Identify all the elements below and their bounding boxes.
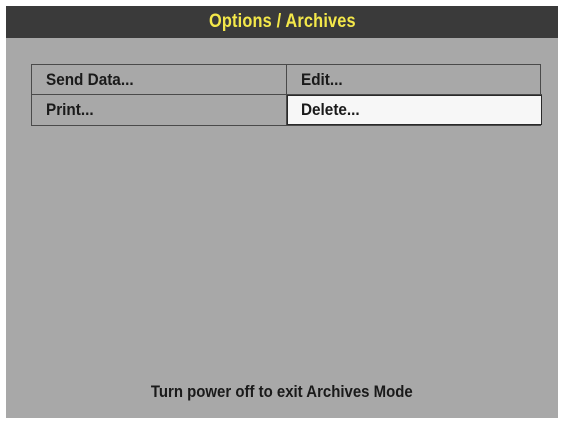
menu-item-label: Edit... [301,69,343,89]
options-menu: Send Data... Edit... Print... Delete... [31,64,542,126]
menu-item-label: Delete... [301,100,360,119]
menu-item-label: Send Data... [46,69,134,89]
menu-item-label: Print... [46,100,94,119]
status-message: Turn power off to exit Archives Mode [6,382,558,402]
screen-title: Options / Archives [208,11,356,32]
archives-screen: Options / Archives Send Data... Edit... … [6,6,558,418]
title-bar: Options / Archives [6,6,558,38]
menu-item-send-data[interactable]: Send Data... [32,65,287,95]
menu-item-delete[interactable]: Delete... [287,95,542,125]
menu-item-print[interactable]: Print... [32,95,287,125]
menu-item-edit[interactable]: Edit... [287,65,542,95]
status-message-text: Turn power off to exit Archives Mode [151,382,413,401]
